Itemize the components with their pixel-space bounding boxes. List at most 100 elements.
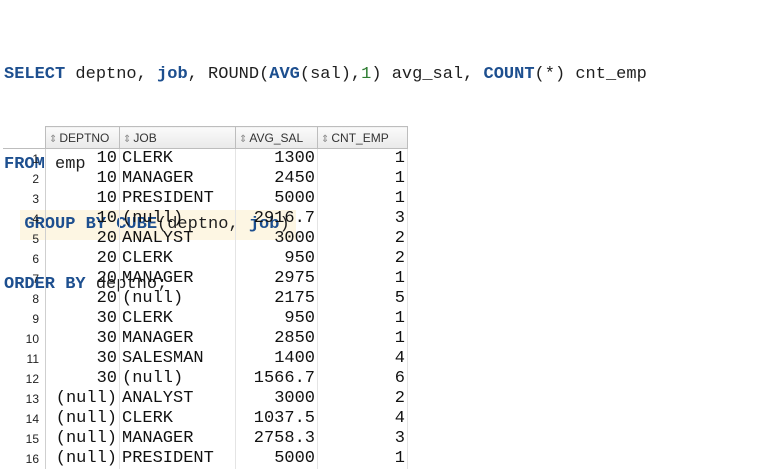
row-number: 10 [3,329,46,349]
cell-deptno[interactable]: 10 [45,189,120,209]
cell-cnt-emp[interactable]: 1 [317,309,408,329]
cell-avg-sal[interactable]: 950 [235,249,318,269]
table-row[interactable]: 4 10 (null) 2916.7 3 [3,209,408,229]
cell-deptno[interactable]: 30 [45,349,120,369]
cell-job[interactable]: (null) [119,209,236,229]
cell-deptno[interactable]: (null) [45,389,120,409]
cell-deptno[interactable]: (null) [45,429,120,449]
cell-job[interactable]: (null) [119,369,236,389]
cell-job[interactable]: MANAGER [119,169,236,189]
cell-avg-sal[interactable]: 2975 [235,269,318,289]
cell-avg-sal[interactable]: 2450 [235,169,318,189]
cell-job[interactable]: PRESIDENT [119,189,236,209]
cell-deptno[interactable]: 30 [45,309,120,329]
cell-cnt-emp[interactable]: 1 [317,148,408,169]
cell-deptno[interactable]: 20 [45,289,120,309]
table-row[interactable]: 10 30 MANAGER 2850 1 [3,329,408,349]
cell-avg-sal[interactable]: 3000 [235,229,318,249]
query-result-grid[interactable]: ⇕ DEPTNO ⇕ JOB ⇕ AVG_SAL ⇕ CNT_EMP 1 10 CLERK 1… [3,126,408,469]
cell-job[interactable]: CLERK [119,309,236,329]
cell-deptno[interactable]: 10 [45,209,120,229]
table-row[interactable]: 8 20 (null) 2175 5 [3,289,408,309]
sql-line-select[interactable]: SELECT deptno, job, ROUND(AVG(sal),1) av… [4,60,647,90]
cell-cnt-emp[interactable]: 4 [317,409,408,429]
column-header-cnt-emp[interactable]: ⇕ CNT_EMP [317,126,408,149]
sql-keyword: COUNT [483,65,535,84]
table-row[interactable]: 5 20 ANALYST 3000 2 [3,229,408,249]
sort-icon: ⇕ [49,133,58,145]
column-header-label: AVG_SAL [249,130,304,145]
table-row[interactable]: 11 30 SALESMAN 1400 4 [3,349,408,369]
cell-avg-sal[interactable]: 1400 [235,349,318,369]
grid-body: 1 10 CLERK 1300 1 2 10 MANAGER 2450 1 3 10 PRESIDENT… [3,148,408,469]
table-row[interactable]: 15 (null) MANAGER 2758.3 3 [3,429,408,449]
cell-job[interactable]: MANAGER [119,329,236,349]
cell-job[interactable]: CLERK [119,249,236,269]
cell-cnt-emp[interactable]: 2 [317,389,408,409]
cell-avg-sal[interactable]: 950 [235,309,318,329]
cell-cnt-emp[interactable]: 3 [317,209,408,229]
cell-deptno[interactable]: (null) [45,409,120,429]
table-row[interactable]: 6 20 CLERK 950 2 [3,249,408,269]
cell-avg-sal[interactable]: 1566.7 [235,369,318,389]
cell-deptno[interactable]: 30 [45,329,120,349]
sql-text: , ROUND( [187,65,270,84]
cell-cnt-emp[interactable]: 4 [317,349,408,369]
cell-avg-sal[interactable]: 1037.5 [235,409,318,429]
cell-avg-sal[interactable]: 5000 [235,189,318,209]
row-number: 3 [3,189,46,209]
cell-cnt-emp[interactable]: 2 [317,229,408,249]
cell-deptno[interactable]: 20 [45,229,120,249]
table-row[interactable]: 12 30 (null) 1566.7 6 [3,369,408,389]
cell-avg-sal[interactable]: 2758.3 [235,429,318,449]
table-row[interactable]: 14 (null) CLERK 1037.5 4 [3,409,408,429]
row-number: 9 [3,309,46,329]
cell-cnt-emp[interactable]: 1 [317,189,408,209]
cell-deptno[interactable]: 20 [45,249,120,269]
cell-cnt-emp[interactable]: 6 [317,369,408,389]
cell-cnt-emp[interactable]: 1 [317,449,408,469]
cell-cnt-emp[interactable]: 2 [317,249,408,269]
row-number: 13 [3,389,46,409]
cell-deptno[interactable]: (null) [45,449,120,469]
cell-deptno[interactable]: 10 [45,169,120,189]
table-row[interactable]: 9 30 CLERK 950 1 [3,309,408,329]
cell-avg-sal[interactable]: 3000 [235,389,318,409]
row-number: 16 [3,449,46,469]
column-header-deptno[interactable]: ⇕ DEPTNO [45,126,120,149]
cell-job[interactable]: SALESMAN [119,349,236,369]
cell-avg-sal[interactable]: 2175 [235,289,318,309]
cell-avg-sal[interactable]: 1300 [235,148,318,169]
cell-cnt-emp[interactable]: 3 [317,429,408,449]
cell-job[interactable]: MANAGER [119,269,236,289]
table-row[interactable]: 13 (null) ANALYST 3000 2 [3,389,408,409]
cell-avg-sal[interactable]: 2916.7 [235,209,318,229]
cell-cnt-emp[interactable]: 1 [317,329,408,349]
table-row[interactable]: 3 10 PRESIDENT 5000 1 [3,189,408,209]
cell-cnt-emp[interactable]: 1 [317,269,408,289]
cell-job[interactable]: ANALYST [119,229,236,249]
column-header-avg-sal[interactable]: ⇕ AVG_SAL [235,126,318,149]
cell-job[interactable]: MANAGER [119,429,236,449]
cell-cnt-emp[interactable]: 5 [317,289,408,309]
cell-deptno[interactable]: 20 [45,269,120,289]
cell-job[interactable]: PRESIDENT [119,449,236,469]
cell-job[interactable]: CLERK [119,148,236,169]
sql-text: (*) cnt_emp [534,65,647,84]
cell-job[interactable]: (null) [119,289,236,309]
sql-keyword: job [157,65,188,84]
cell-cnt-emp[interactable]: 1 [317,169,408,189]
sql-text: deptno, [65,65,158,84]
table-row[interactable]: 16 (null) PRESIDENT 5000 1 [3,449,408,469]
cell-avg-sal[interactable]: 5000 [235,449,318,469]
cell-avg-sal[interactable]: 2850 [235,329,318,349]
cell-deptno[interactable]: 10 [45,148,120,169]
cell-job[interactable]: CLERK [119,409,236,429]
table-row[interactable]: 1 10 CLERK 1300 1 [3,148,408,169]
table-row[interactable]: 2 10 MANAGER 2450 1 [3,169,408,189]
table-row[interactable]: 7 20 MANAGER 2975 1 [3,269,408,289]
row-number: 8 [3,289,46,309]
cell-job[interactable]: ANALYST [119,389,236,409]
cell-deptno[interactable]: 30 [45,369,120,389]
column-header-job[interactable]: ⇕ JOB [119,126,236,149]
